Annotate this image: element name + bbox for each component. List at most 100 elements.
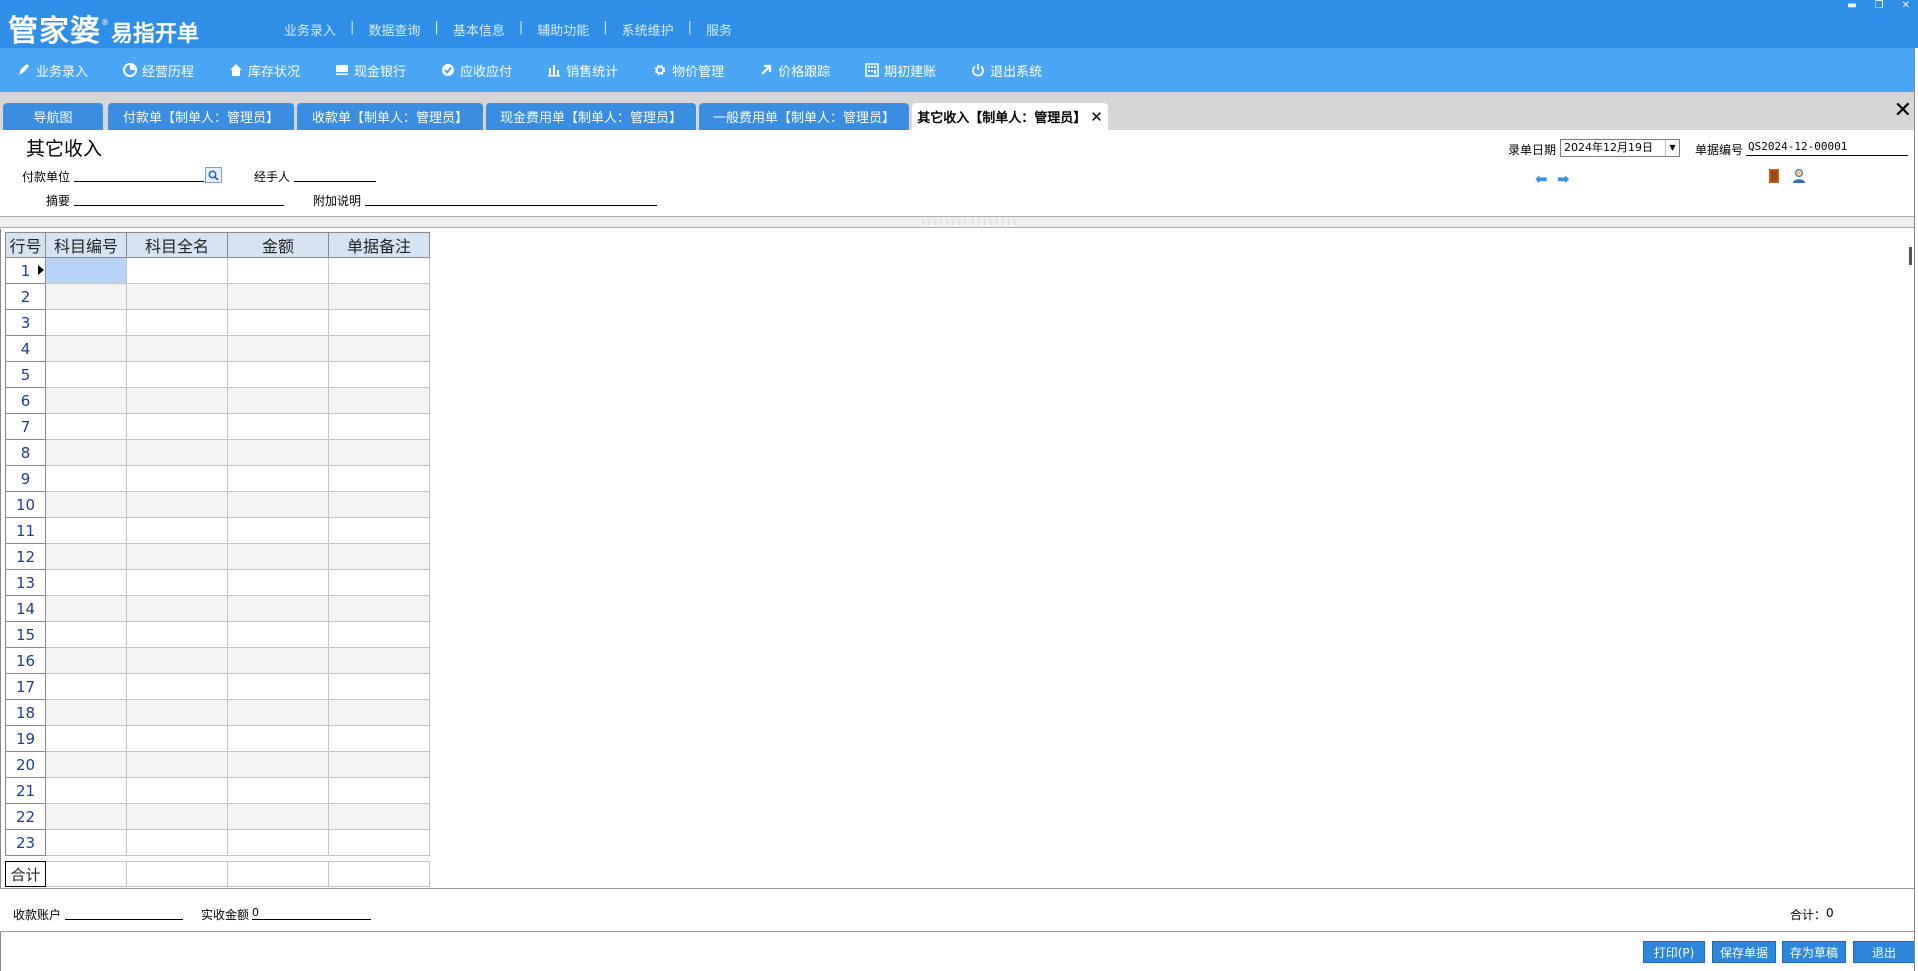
tab-other-income[interactable]: 其它收入【制单人：管理员】 ✕ <box>912 103 1108 130</box>
amount-cell[interactable] <box>227 699 329 726</box>
toolbar-cash-button[interactable]: 现金银行 <box>334 61 406 80</box>
col-header-remark[interactable]: 单据备注 <box>328 232 430 258</box>
remark-cell[interactable] <box>328 335 430 362</box>
subject-name-cell[interactable] <box>126 777 228 804</box>
toolbar-sales-stats-button[interactable]: 销售统计 <box>546 61 618 80</box>
arrow-left-icon[interactable]: ⬅ <box>1535 170 1548 188</box>
date-picker[interactable]: 2024年12月19日 ▼ <box>1560 139 1680 157</box>
remark-cell[interactable] <box>328 491 430 518</box>
table-row[interactable]: 11 <box>5 517 430 544</box>
remark-cell[interactable] <box>328 257 430 284</box>
subject-code-cell[interactable] <box>45 335 127 362</box>
subject-code-cell[interactable] <box>45 439 127 466</box>
amount-cell[interactable] <box>227 569 329 596</box>
amount-cell[interactable] <box>227 283 329 310</box>
amount-cell[interactable] <box>227 361 329 388</box>
table-row[interactable]: 13 <box>5 569 430 596</box>
subject-code-cell[interactable] <box>45 699 127 726</box>
table-row[interactable]: 17 <box>5 673 430 700</box>
toolbar-exit-button[interactable]: 退出系统 <box>970 61 1042 80</box>
note-field[interactable] <box>365 192 657 206</box>
table-row[interactable]: 22 <box>5 803 430 830</box>
remark-cell[interactable] <box>328 361 430 388</box>
top-menu-item-query[interactable]: 数据查询 <box>354 20 434 39</box>
tab-general-expense[interactable]: 一般费用单【制单人：管理员】 <box>699 103 909 130</box>
amount-cell[interactable] <box>227 647 329 674</box>
subject-code-cell[interactable] <box>45 621 127 648</box>
tab-cash-expense[interactable]: 现金费用单【制单人：管理员】 <box>486 103 696 130</box>
subject-name-cell[interactable] <box>126 699 228 726</box>
amount-cell[interactable] <box>227 309 329 336</box>
search-icon[interactable] <box>205 167 222 183</box>
summary-field[interactable] <box>74 192 284 206</box>
table-row[interactable]: 3 <box>5 309 430 336</box>
print-button[interactable]: 打印(P) <box>1643 941 1705 963</box>
remark-cell[interactable] <box>328 699 430 726</box>
table-row[interactable]: 9 <box>5 465 430 492</box>
top-menu-item-aux[interactable]: 辅助功能 <box>523 20 603 39</box>
splitter-handle[interactable]: ⋮⋮⋮⋮⋮⋮⋮⋮ ⋮⋮⋮⋮⋮⋮⋮⋮ <box>0 216 1914 228</box>
table-row[interactable]: 5 <box>5 361 430 388</box>
subject-code-cell[interactable] <box>45 309 127 336</box>
subject-code-cell[interactable] <box>45 257 127 284</box>
subject-name-cell[interactable] <box>126 413 228 440</box>
table-row[interactable]: 23 <box>5 829 430 856</box>
actual-amount-field[interactable]: 0 <box>252 906 371 920</box>
arrow-right-icon[interactable]: ➡ <box>1557 170 1570 188</box>
subject-name-cell[interactable] <box>126 569 228 596</box>
amount-cell[interactable] <box>227 829 329 856</box>
subject-name-cell[interactable] <box>126 647 228 674</box>
toolbar-opening-button[interactable]: 期初建账 <box>864 61 936 80</box>
top-menu-item-entry[interactable]: 业务录入 <box>270 20 350 39</box>
remark-cell[interactable] <box>328 595 430 622</box>
subject-code-cell[interactable] <box>45 361 127 388</box>
close-tab-icon[interactable]: ✕ <box>1090 108 1103 126</box>
amount-cell[interactable] <box>227 725 329 752</box>
toolbar-history-button[interactable]: 经营历程 <box>122 61 194 80</box>
col-header-rownum[interactable]: 行号 <box>5 232 46 258</box>
amount-cell[interactable] <box>227 751 329 778</box>
subject-code-cell[interactable] <box>45 595 127 622</box>
amount-cell[interactable] <box>227 413 329 440</box>
remark-cell[interactable] <box>328 309 430 336</box>
subject-code-cell[interactable] <box>45 647 127 674</box>
subject-name-cell[interactable] <box>126 465 228 492</box>
table-row[interactable]: 2 <box>5 283 430 310</box>
amount-cell[interactable] <box>227 257 329 284</box>
table-row[interactable]: 8 <box>5 439 430 466</box>
table-row[interactable]: 10 <box>5 491 430 518</box>
subject-name-cell[interactable] <box>126 673 228 700</box>
remark-cell[interactable] <box>328 829 430 856</box>
amount-cell[interactable] <box>227 465 329 492</box>
top-menu-item-basic-info[interactable]: 基本信息 <box>439 20 519 39</box>
subject-name-cell[interactable] <box>126 725 228 752</box>
subject-code-cell[interactable] <box>45 387 127 414</box>
subject-code-cell[interactable] <box>45 829 127 856</box>
table-row[interactable]: 15 <box>5 621 430 648</box>
table-row[interactable]: 20 <box>5 751 430 778</box>
subject-name-cell[interactable] <box>126 361 228 388</box>
amount-cell[interactable] <box>227 777 329 804</box>
remark-cell[interactable] <box>328 465 430 492</box>
subject-name-cell[interactable] <box>126 803 228 830</box>
amount-cell[interactable] <box>227 673 329 700</box>
col-header-subject-code[interactable]: 科目编号 <box>45 232 127 258</box>
subject-name-cell[interactable] <box>126 257 228 284</box>
minimize-icon[interactable]: ▬ <box>1847 0 1856 11</box>
handler-field[interactable] <box>294 168 376 182</box>
amount-cell[interactable] <box>227 595 329 622</box>
amount-cell[interactable] <box>227 387 329 414</box>
amount-cell[interactable] <box>227 621 329 648</box>
table-row[interactable]: 21 <box>5 777 430 804</box>
amount-cell[interactable] <box>227 439 329 466</box>
remark-cell[interactable] <box>328 647 430 674</box>
subject-name-cell[interactable] <box>126 517 228 544</box>
subject-name-cell[interactable] <box>126 491 228 518</box>
subject-name-cell[interactable] <box>126 621 228 648</box>
remark-cell[interactable] <box>328 803 430 830</box>
amount-cell[interactable] <box>227 335 329 362</box>
subject-code-cell[interactable] <box>45 517 127 544</box>
toolbar-price-track-button[interactable]: 价格跟踪 <box>758 61 830 80</box>
toolbar-receivable-button[interactable]: 应收应付 <box>440 61 512 80</box>
subject-name-cell[interactable] <box>126 283 228 310</box>
